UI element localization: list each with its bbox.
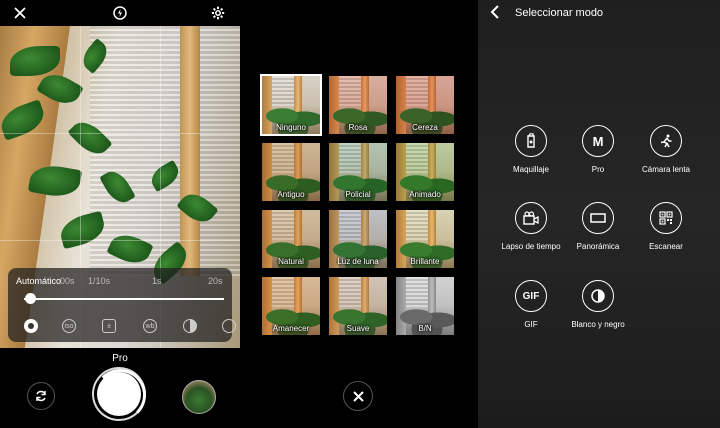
mode-label: Escanear	[649, 242, 683, 251]
shutter-tick: 1/10s	[88, 276, 111, 286]
flash-auto-icon[interactable]	[111, 4, 129, 22]
filter-name: Cereza	[412, 123, 438, 132]
timelapse-icon	[515, 202, 547, 234]
mode-black-white[interactable]: Blanco y negro	[558, 280, 638, 329]
page-title: Seleccionar modo	[515, 7, 604, 19]
filter-name: Luz de luna	[337, 257, 379, 266]
filter-name: Amanecer	[272, 324, 310, 333]
current-mode-label[interactable]: Pro	[0, 353, 240, 364]
camera-switch-icon[interactable]	[27, 382, 55, 410]
filter-name: Animado	[409, 190, 441, 199]
mode-selection-screen: Seleccionar modo Maquillaje M Pro Cámara…	[478, 0, 720, 428]
shutter-tick: 00s	[60, 276, 75, 286]
mode-label: Cámara lenta	[641, 165, 691, 174]
iso-icon[interactable]: iso	[62, 319, 76, 333]
shutter-slider-knob[interactable]	[25, 293, 36, 304]
shutter-slider-track[interactable]	[24, 298, 224, 300]
filter-tile[interactable]: Suave	[329, 277, 387, 335]
filter-name: B/N	[418, 324, 432, 333]
more-icon[interactable]	[222, 319, 236, 333]
filter-name: Rosa	[348, 123, 368, 132]
filter-tile[interactable]: Luz de luna	[329, 210, 387, 268]
filter-name: Policial	[345, 190, 371, 199]
filter-tile[interactable]: Natural	[262, 210, 320, 268]
aperture-icon[interactable]	[24, 319, 38, 333]
back-arrow-icon[interactable]	[490, 5, 500, 24]
gif-icon: GIF	[515, 280, 547, 312]
white-balance-icon[interactable]: wb	[143, 319, 157, 333]
mode-label: Blanco y negro	[571, 320, 625, 329]
mode-slow-motion[interactable]: Cámara lenta	[626, 125, 706, 174]
filter-name: Ninguno	[276, 123, 306, 132]
camera-top-bar	[0, 0, 240, 26]
filter-selection-screen: Ninguno Rosa Cereza Antiguo Policial Animado N…	[240, 0, 478, 428]
filter-tile[interactable]: Animado	[396, 143, 454, 201]
black-white-icon	[582, 280, 614, 312]
filter-tile[interactable]: Antiguo	[262, 143, 320, 201]
filter-tile[interactable]: B/N	[396, 277, 454, 335]
filter-name: Suave	[346, 324, 370, 333]
panorama-icon	[582, 202, 614, 234]
close-filters-icon[interactable]	[343, 381, 373, 411]
filter-tile[interactable]: Policial	[329, 143, 387, 201]
makeup-icon	[515, 125, 547, 157]
filter-tile[interactable]: Brillante	[396, 210, 454, 268]
filter-name: Natural	[278, 257, 304, 266]
grid-line	[0, 240, 240, 241]
filter-tile[interactable]: Amanecer	[262, 277, 320, 335]
exposure-icon[interactable]: ±	[102, 319, 116, 333]
grid-line	[0, 133, 240, 134]
shutter-progress-ring	[94, 369, 146, 421]
mode-scan[interactable]: Escanear	[626, 202, 706, 251]
qr-scan-icon	[650, 202, 682, 234]
shutter-tick: 20s	[208, 276, 223, 286]
close-icon[interactable]	[11, 4, 29, 22]
pro-m-icon: M	[582, 125, 614, 157]
filter-tile[interactable]: Rosa	[329, 76, 387, 134]
settings-gear-icon[interactable]	[209, 4, 227, 22]
pro-controls-panel: Automático 00s 1/10s 1s 20s iso ± wb	[8, 268, 236, 342]
camera-pro-screen: Automático 00s 1/10s 1s 20s iso ± wb Pro	[0, 0, 240, 428]
viewfinder-wood-post	[180, 26, 200, 276]
filter-tile[interactable]: Cereza	[396, 76, 454, 134]
filter-tile[interactable]: Ninguno	[262, 76, 320, 134]
auto-label[interactable]: Automático	[16, 276, 61, 286]
shutter-tick: 1s	[152, 276, 162, 286]
filter-name: Brillante	[410, 257, 440, 266]
slow-motion-icon	[650, 125, 682, 157]
filter-name: Antiguo	[277, 190, 305, 199]
contrast-icon[interactable]	[183, 319, 197, 333]
gallery-thumbnail[interactable]	[182, 380, 216, 414]
